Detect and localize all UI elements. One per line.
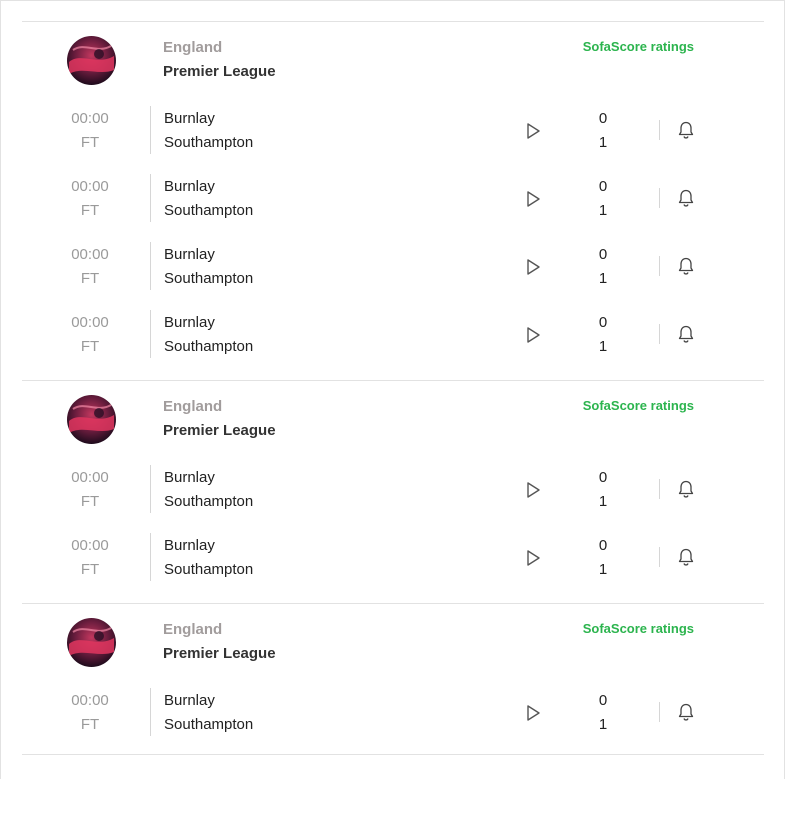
home-team: Burnlay <box>164 692 215 709</box>
bell-icon[interactable] <box>676 702 696 722</box>
play-icon[interactable] <box>523 325 543 345</box>
row-divider <box>150 310 151 358</box>
home-score: 0 <box>598 246 608 263</box>
away-score: 1 <box>598 493 608 510</box>
away-score: 1 <box>598 561 608 578</box>
league-section: England Premier League SofaScore ratings… <box>22 380 764 603</box>
match-status: FT <box>80 202 100 219</box>
home-team: Burnlay <box>164 246 215 263</box>
home-team: Burnlay <box>164 110 215 127</box>
home-score: 0 <box>598 314 608 331</box>
match-status: FT <box>80 561 100 578</box>
match-time: 00:00 <box>71 692 109 709</box>
match-time: 00:00 <box>71 314 109 331</box>
league-section: England Premier League SofaScore ratings… <box>22 21 764 380</box>
ratings-link[interactable]: SofaScore ratings <box>583 39 694 54</box>
home-team: Burnlay <box>164 178 215 195</box>
bell-icon[interactable] <box>676 256 696 276</box>
bell-icon[interactable] <box>676 547 696 567</box>
score-divider <box>659 324 660 344</box>
away-team: Southampton <box>164 716 254 733</box>
away-team: Southampton <box>164 202 254 219</box>
league-logo <box>67 395 116 444</box>
match-time: 00:00 <box>71 110 109 127</box>
bell-icon[interactable] <box>676 120 696 140</box>
match-row[interactable]: 00:00 FT Burnlay Southampton 0 1 <box>22 230 764 298</box>
away-team: Southampton <box>164 561 254 578</box>
play-icon[interactable] <box>523 548 543 568</box>
row-divider <box>150 465 151 513</box>
score-divider <box>659 188 660 208</box>
score-divider <box>659 120 660 140</box>
home-score: 0 <box>598 110 608 127</box>
league-name[interactable]: Premier League <box>163 422 276 439</box>
away-score: 1 <box>598 270 608 287</box>
match-status: FT <box>80 338 100 355</box>
match-time: 00:00 <box>71 469 109 486</box>
away-score: 1 <box>598 134 608 151</box>
score-divider <box>659 547 660 567</box>
match-status: FT <box>80 716 100 733</box>
match-row[interactable]: 00:00 FT Burnlay Southampton 0 1 <box>22 521 764 589</box>
play-icon[interactable] <box>523 121 543 141</box>
ratings-link[interactable]: SofaScore ratings <box>583 621 694 636</box>
match-time: 00:00 <box>71 178 109 195</box>
country-name: England <box>163 39 223 56</box>
match-row[interactable]: 00:00 FT Burnlay Southampton 0 1 <box>22 94 764 162</box>
home-score: 0 <box>598 469 608 486</box>
league-name[interactable]: Premier League <box>163 63 276 80</box>
match-row[interactable]: 00:00 FT Burnlay Southampton 0 1 <box>22 298 764 366</box>
league-section: England Premier League SofaScore ratings… <box>22 603 764 755</box>
league-name[interactable]: Premier League <box>163 645 276 662</box>
match-status: FT <box>80 493 100 510</box>
ratings-link[interactable]: SofaScore ratings <box>583 398 694 413</box>
country-name: England <box>163 621 223 638</box>
away-score: 1 <box>598 338 608 355</box>
play-icon[interactable] <box>523 480 543 500</box>
match-time: 00:00 <box>71 537 109 554</box>
play-icon[interactable] <box>523 189 543 209</box>
score-divider <box>659 702 660 722</box>
away-team: Southampton <box>164 493 254 510</box>
league-header: England Premier League SofaScore ratings <box>22 381 764 453</box>
match-status: FT <box>80 270 100 287</box>
match-time: 00:00 <box>71 246 109 263</box>
play-icon[interactable] <box>523 703 543 723</box>
match-list: England Premier League SofaScore ratings… <box>22 21 764 755</box>
league-header: England Premier League SofaScore ratings <box>22 22 764 94</box>
row-divider <box>150 106 151 154</box>
home-team: Burnlay <box>164 537 215 554</box>
bell-icon[interactable] <box>676 324 696 344</box>
row-divider <box>150 174 151 222</box>
row-divider <box>150 533 151 581</box>
away-team: Southampton <box>164 338 254 355</box>
country-name: England <box>163 398 223 415</box>
score-divider <box>659 256 660 276</box>
row-divider <box>150 688 151 736</box>
away-score: 1 <box>598 716 608 733</box>
league-logo <box>67 36 116 85</box>
home-team: Burnlay <box>164 314 215 331</box>
league-logo <box>67 618 116 667</box>
bell-icon[interactable] <box>676 479 696 499</box>
score-divider <box>659 479 660 499</box>
home-team: Burnlay <box>164 469 215 486</box>
away-team: Southampton <box>164 134 254 151</box>
match-status: FT <box>80 134 100 151</box>
home-score: 0 <box>598 692 608 709</box>
home-score: 0 <box>598 537 608 554</box>
match-row[interactable]: 00:00 FT Burnlay Southampton 0 1 <box>22 453 764 521</box>
home-score: 0 <box>598 178 608 195</box>
match-row[interactable]: 00:00 FT Burnlay Southampton 0 1 <box>22 676 764 754</box>
play-icon[interactable] <box>523 257 543 277</box>
league-header: England Premier League SofaScore ratings <box>22 604 764 676</box>
away-score: 1 <box>598 202 608 219</box>
bell-icon[interactable] <box>676 188 696 208</box>
away-team: Southampton <box>164 270 254 287</box>
row-divider <box>150 242 151 290</box>
match-row[interactable]: 00:00 FT Burnlay Southampton 0 1 <box>22 162 764 230</box>
